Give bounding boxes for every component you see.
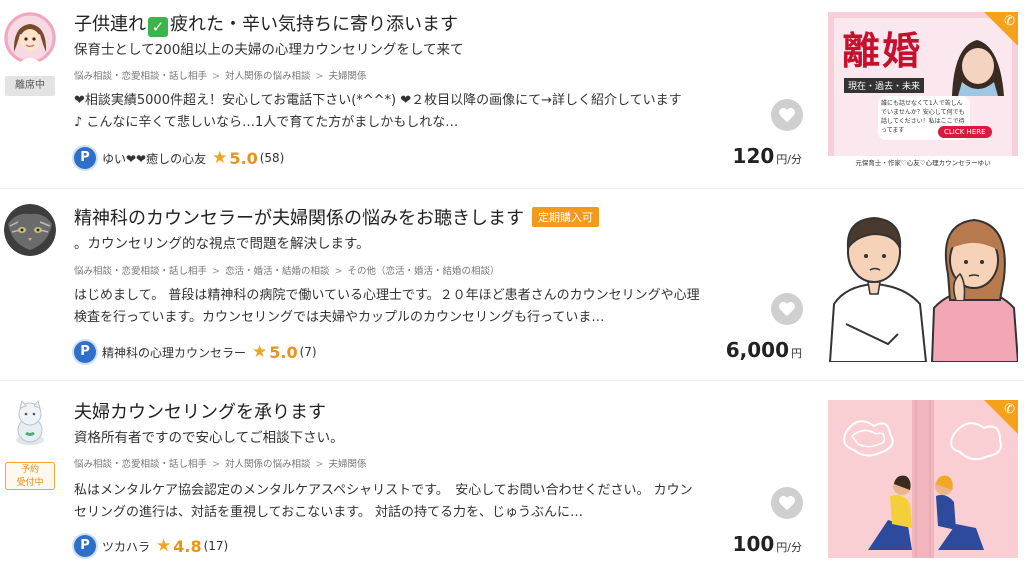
avatar[interactable]: [4, 204, 56, 256]
title-text: 疲れた・辛い気持ちに寄り添います: [170, 14, 458, 35]
listing-description: ❤相談実績5000件超え！安心してお電話下さい(*^^*) ❤２枚目以降の画像に…: [74, 90, 754, 134]
thumb-title: 離婚: [842, 28, 923, 73]
breadcrumb-link[interactable]: 対人関係の悩み相談: [225, 459, 311, 470]
breadcrumb-link[interactable]: 悩み相談・恋愛相談・話し相手: [74, 71, 207, 82]
breadcrumb-link[interactable]: 悩み相談・恋愛相談・話し相手: [74, 459, 207, 470]
phone-badge: ✆: [984, 400, 1018, 434]
p-badge-icon: P: [74, 535, 96, 557]
heart-icon: [779, 107, 795, 123]
status-badge: 離席中: [5, 76, 55, 96]
rating-value: 4.8: [173, 536, 202, 556]
listing-title[interactable]: 夫婦カウンセリングを承ります: [74, 398, 326, 424]
listing-description: 私はメンタルケア協会認定のメンタルケアスペシャリストです。 安心してお問い合わせ…: [74, 480, 754, 524]
price-value: 100: [732, 532, 775, 556]
phone-badge: ✆: [984, 12, 1018, 46]
listing-title[interactable]: 精神科のカウンセラーが夫婦関係の悩みをお聴きします 定期購入可: [74, 204, 599, 230]
avatar[interactable]: [8, 400, 52, 446]
price-value: 120: [732, 144, 775, 168]
thumbnail-image[interactable]: [828, 204, 1018, 362]
description-line: ♪ こんなに辛くて悲しいなら…1人で育てた方がましかもしれな…: [74, 115, 459, 130]
star-icon: ★: [212, 148, 228, 168]
favorite-button[interactable]: [771, 293, 803, 325]
price-unit: 円/分: [776, 153, 802, 166]
author-name[interactable]: ゆい❤❤癒しの心友: [102, 150, 206, 167]
p-badge-icon: P: [74, 341, 96, 363]
price-value: 6,000: [725, 338, 789, 362]
avatar[interactable]: [4, 12, 56, 64]
thumb-click: CLICK HERE: [938, 126, 992, 138]
listing-row[interactable]: 精神科のカウンセラーが夫婦関係の悩みをお聴きします 定期購入可 。カウンセリング的…: [0, 188, 1024, 376]
breadcrumb-link[interactable]: その他（恋活・婚活・結婚の相談）: [347, 266, 499, 277]
title-text: 精神科のカウンセラーが夫婦関係の悩みをお聴きします: [74, 208, 524, 229]
chevron-right-icon: >: [212, 459, 220, 470]
description-line: セリングの進行は、対話を重視しておこないます。 対話の持てる力を、じゅうぶんに…: [74, 505, 584, 520]
author-name[interactable]: ツカハラ: [102, 538, 150, 555]
heart-icon: [779, 495, 795, 511]
listing-row[interactable]: 予約 受付中 夫婦カウンセリングを承ります 資格所有者ですので安心してご相談下さ…: [0, 376, 1024, 565]
review-count: (7): [299, 345, 317, 359]
description-line: 私はメンタルケア協会認定のメンタルケアスペシャリストです。 安心してお問い合わせ…: [74, 483, 693, 498]
favorite-button[interactable]: [771, 99, 803, 131]
service-listing: 離席中 子供連れ ✓ 疲れた・辛い気持ちに寄り添います 保育士として200組以上の夫…: [0, 0, 1024, 565]
breadcrumb-link[interactable]: 悩み相談・恋愛相談・話し相手: [74, 266, 207, 277]
price: 6,000 円: [726, 338, 802, 362]
breadcrumb-link[interactable]: 対人関係の悩み相談: [225, 71, 311, 82]
title-text: 子供連れ: [74, 14, 146, 35]
listing-subtitle: 資格所有者ですので安心してご相談下さい。: [74, 430, 344, 446]
breadcrumb: 悩み相談・恋愛相談・話し相手 > 恋活・婚活・結婚の相談 > その他（恋活・婚活・結婚の…: [74, 263, 499, 277]
thumbnail-image[interactable]: 離婚 現在・過去・未来 誰にも話せなくて1人で苦しんでいませんか？安心して何でも…: [828, 12, 1018, 170]
listing-row[interactable]: 離席中 子供連れ ✓ 疲れた・辛い気持ちに寄り添います 保育士として200組以上の夫…: [0, 0, 1024, 188]
chevron-right-icon: >: [315, 71, 324, 82]
listing-subtitle: 。カウンセリング的な視点で問題を解決します。: [74, 236, 370, 252]
chevron-right-icon: >: [212, 266, 220, 277]
chevron-right-icon: >: [334, 266, 343, 277]
price: 100 円/分: [733, 532, 802, 556]
price-unit: 円/分: [776, 541, 802, 554]
status-badge: 予約 受付中: [5, 462, 55, 490]
listing-description: はじめまして。 普段は精神科の病院で働いている心理士です。２０年ほど患者さんのカ…: [74, 285, 754, 329]
phone-icon: ✆: [1004, 14, 1015, 29]
chevron-right-icon: >: [315, 459, 324, 470]
thumb-footer: 元保育士・作家♡心友♡心理カウンセラーゆい: [828, 156, 1018, 170]
thumbnail-image[interactable]: ✆: [828, 400, 1018, 558]
description-line: ❤相談実績5000件超え！安心してお電話下さい(*^^*) ❤２枚目以降の画像に…: [74, 93, 682, 108]
breadcrumb-link[interactable]: 夫婦関係: [328, 459, 366, 470]
author-name[interactable]: 精神科の心理カウンセラー: [102, 344, 246, 361]
favorite-button[interactable]: [771, 487, 803, 519]
check-icon: ✓: [148, 17, 168, 37]
listing-meta: P 精神科の心理カウンセラー ★ 5.0 (7): [74, 340, 317, 364]
breadcrumb-link[interactable]: 恋活・婚活・結婚の相談: [225, 266, 330, 277]
price-unit: 円: [791, 347, 802, 360]
review-count: (58): [259, 151, 285, 165]
description-line: 検査を行っています。カウンセリングでは夫婦やカップルのカウンセリングも行っていま…: [74, 310, 605, 325]
star-icon: ★: [156, 536, 172, 556]
heart-icon: [779, 301, 795, 317]
rating-value: 5.0: [229, 148, 258, 168]
listing-title[interactable]: 子供連れ ✓ 疲れた・辛い気持ちに寄り添います: [74, 10, 458, 37]
breadcrumb: 悩み相談・恋愛相談・話し相手 > 対人関係の悩み相談 > 夫婦関係: [74, 68, 366, 82]
star-icon: ★: [252, 342, 268, 362]
price: 120 円/分: [733, 144, 802, 168]
subscription-badge: 定期購入可: [532, 207, 599, 227]
listing-meta: P ツカハラ ★ 4.8 (17): [74, 534, 228, 558]
breadcrumb-link[interactable]: 夫婦関係: [328, 71, 366, 82]
phone-icon: ✆: [1004, 402, 1015, 417]
review-count: (17): [203, 539, 229, 553]
rating-value: 5.0: [269, 342, 298, 362]
description-line: はじめまして。 普段は精神科の病院で働いている心理士です。２０年ほど患者さんのカ…: [74, 288, 700, 303]
listing-subtitle: 保育士として200組以上の夫婦の心理カウンセリングをして来て: [74, 42, 464, 58]
status-text: 予約: [20, 465, 39, 475]
status-text: 受付中: [16, 478, 44, 488]
listing-meta: P ゆい❤❤癒しの心友 ★ 5.0 (58): [74, 146, 284, 170]
breadcrumb: 悩み相談・恋愛相談・話し相手 > 対人関係の悩み相談 > 夫婦関係: [74, 456, 366, 470]
thumb-tagline: 現在・過去・未来: [844, 78, 925, 93]
p-badge-icon: P: [74, 147, 96, 169]
chevron-right-icon: >: [212, 71, 220, 82]
couple-illustration: [828, 216, 1018, 362]
